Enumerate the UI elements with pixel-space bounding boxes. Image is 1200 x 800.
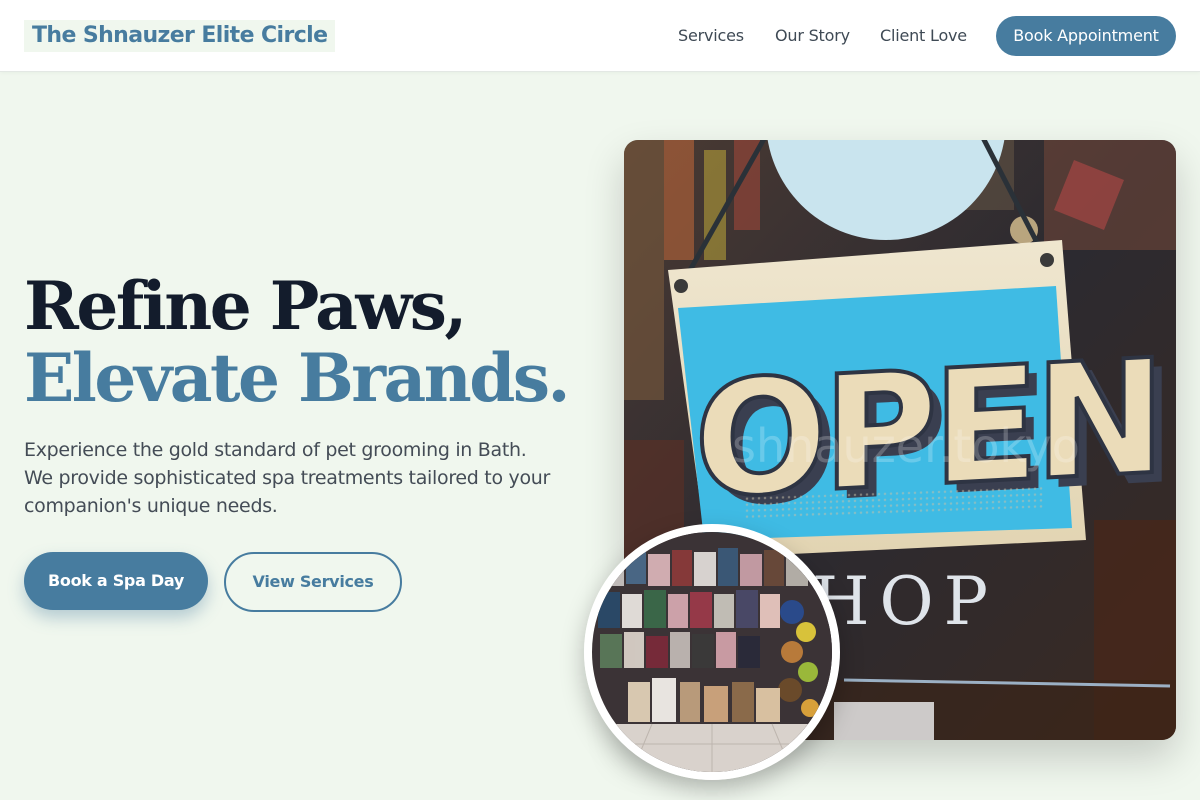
view-services-button[interactable]: View Services — [224, 552, 402, 612]
headline-line-1: Refine Paws, — [24, 267, 467, 345]
headline-line-2: Elevate Brands. — [24, 339, 571, 417]
brand-logo[interactable]: The Shnauzer Elite Circle — [24, 20, 336, 52]
inset-photo-pet-shop — [584, 524, 840, 780]
nav-services[interactable]: Services — [678, 24, 744, 48]
window-lettering: HOP — [812, 563, 998, 640]
nav-our-story[interactable]: Our Story — [775, 24, 850, 48]
site-header: The Shnauzer Elite Circle Services Our S… — [0, 0, 1200, 72]
hero-description: Experience the gold standard of pet groo… — [24, 439, 551, 517]
watermark-text: shnauzer.tokyo — [732, 419, 1080, 473]
nav-client-love[interactable]: Client Love — [880, 24, 967, 48]
book-spa-day-button[interactable]: Book a Spa Day — [24, 552, 208, 610]
book-appointment-button[interactable]: Book Appointment — [996, 16, 1176, 56]
hero-headline: Refine Paws, Elevate Brands. — [24, 270, 604, 414]
